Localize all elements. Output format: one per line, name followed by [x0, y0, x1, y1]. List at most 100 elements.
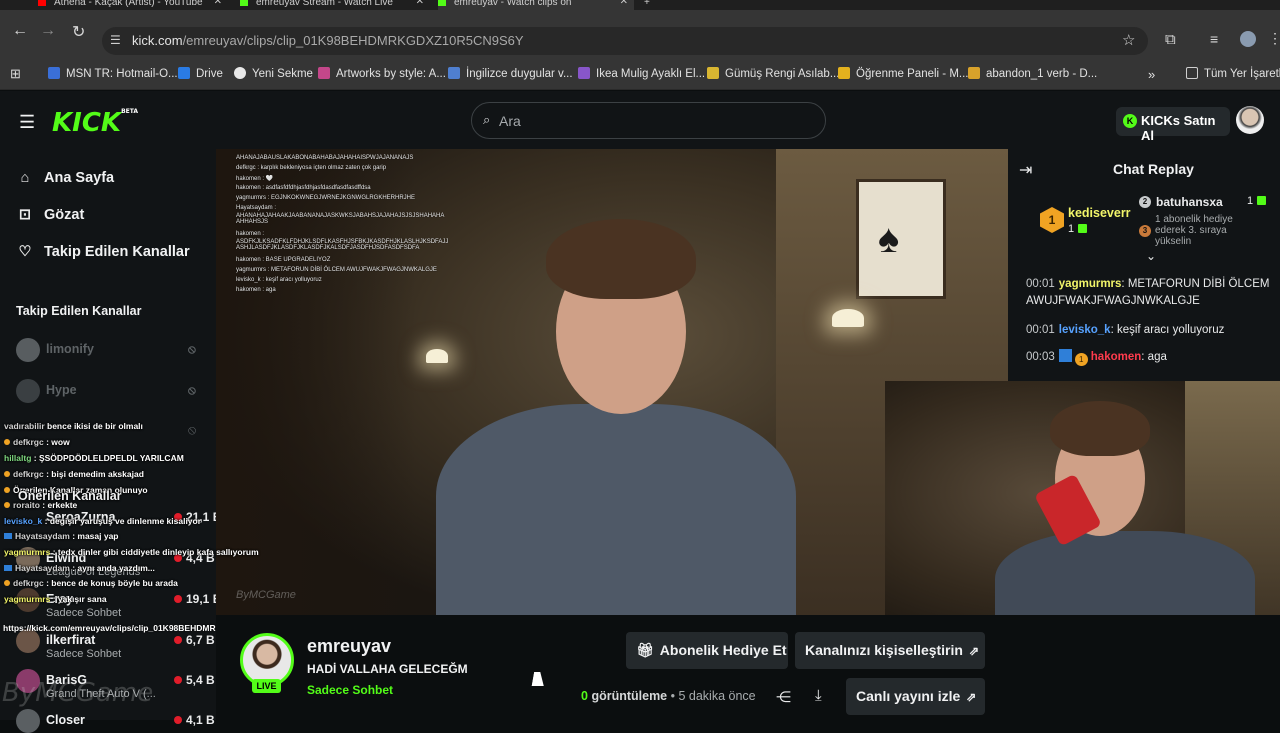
bookmark-label: Gümüş Rengi Asılab... [725, 68, 840, 80]
media-controls-icon[interactable]: ≡ [1210, 31, 1218, 47]
site-info-icon[interactable]: ☰ [110, 33, 121, 47]
forward-icon[interactable]: → [40, 22, 56, 40]
bookmark-item[interactable]: Ikea Mulig Ayaklı El... [578, 67, 705, 80]
browser-tab[interactable]: Athena - Kaçak (Artist) - YouTube ✕ [38, 0, 228, 10]
search-input[interactable] [471, 102, 826, 139]
customize-channel-button[interactable]: Kanalınızı kişiselleştirin ⇗ [795, 632, 985, 669]
logo-beta: BETA [121, 108, 139, 115]
channel-category: Sadece Sohbet [46, 607, 122, 619]
top-gifter-name[interactable]: kediseverr [1068, 206, 1131, 220]
message-user[interactable]: hakomen [1091, 351, 1142, 363]
chevron-down-icon[interactable]: ⌄ [1146, 249, 1156, 263]
kick-icon [240, 0, 248, 6]
all-bookmarks-label: Tüm Yer İşaretle [1204, 68, 1280, 80]
browser-tab[interactable]: emreuyav Stream - Watch Live ✕ [240, 0, 430, 10]
top-gifter-count: 1 [1068, 223, 1088, 235]
share-icon[interactable]: ⋲ [776, 688, 791, 706]
second-gifter-count: 1 [1247, 195, 1267, 207]
browser-menu-icon[interactable]: ⋮ [1268, 30, 1280, 47]
streamer-name[interactable]: emreuyav [307, 636, 391, 657]
video-chat-line: hakomen : asdfasfdfdhjasfdhjasfdasdfasdf… [236, 185, 371, 191]
chat-replay-panel [1008, 149, 1280, 381]
browser-tab-active[interactable]: emreuyav - Watch clips on ✕ [438, 0, 634, 10]
recommended-channels-heading: Önerilen Kanallar [18, 489, 122, 503]
spade-icon: ♠ [878, 217, 900, 261]
buy-kicks-button[interactable]: K KICKs Satın Al [1116, 107, 1230, 143]
message-text: aga [1147, 351, 1167, 363]
collapse-chat-icon[interactable]: ⇥ [1019, 160, 1032, 180]
video-chat-line: hakomen : BASE UPGRADELIYOZ [236, 257, 331, 263]
reload-icon[interactable]: ↻ [72, 22, 85, 42]
bookmark-item[interactable]: Artworks by style: A... [318, 67, 446, 80]
extensions-icon[interactable]: ⧉ [1165, 31, 1176, 48]
followed-channels-heading: Takip Edilen Kanallar [16, 304, 142, 318]
bookmark-label: Artworks by style: A... [336, 68, 446, 80]
bookmark-item[interactable]: Gümüş Rengi Asılab... [707, 67, 839, 80]
stream-category[interactable]: Sadece Sohbet [307, 683, 393, 697]
overlay-user: levisko_k [4, 516, 43, 526]
overlay-text: : tedx dinler gibi ciddiyetle dinleyip k… [52, 547, 259, 557]
badge-icon [4, 502, 10, 508]
viewer-count: 4,1 B [174, 713, 215, 727]
offline-icon: ⦸ [188, 383, 196, 397]
all-bookmarks[interactable]: Tüm Yer İşaretle [1186, 67, 1280, 80]
hamburger-menu-icon[interactable]: ☰ [19, 112, 35, 133]
url-text[interactable]: kick.com/emreuyav/clips/clip_01K98BEHDMR… [132, 33, 524, 48]
close-tab-icon[interactable]: ✕ [416, 0, 424, 7]
user-avatar[interactable] [1236, 106, 1264, 134]
overlay-chat-line: yagmurmrs : tedx dinler gibi ciddiyetle … [4, 547, 259, 557]
message-time: 00:03 [1026, 351, 1055, 363]
close-tab-icon[interactable]: ✕ [214, 0, 222, 7]
kicks-coin-icon: K [1123, 114, 1137, 128]
picture-in-picture-video[interactable] [885, 381, 1280, 629]
browser-profile-icon[interactable] [1240, 31, 1256, 47]
bookmark-label: abandon_1 verb - D... [986, 68, 1098, 80]
kick-logo[interactable]: KICKBETA [52, 108, 138, 138]
overlay-user: Hayatsaydam [15, 563, 70, 573]
message-user[interactable]: levisko_k [1059, 324, 1111, 336]
bookmark-star-icon[interactable]: ☆ [1122, 31, 1135, 49]
playing-card-frame [856, 179, 946, 299]
site-icon [448, 67, 460, 79]
badge-icon [4, 439, 10, 445]
live-badge: LIVE [252, 679, 281, 693]
watch-live-button[interactable]: Canlı yayını izle ⇗ [846, 678, 985, 715]
overlay-chat-line: Hayatsaydam : masaj yap [4, 531, 119, 541]
gift-button-label: Abonelik Hediye Et [659, 642, 787, 658]
nav-browse[interactable]: ⊡ Gözat [16, 207, 84, 223]
bookmark-item[interactable]: Yeni Sekme [234, 67, 313, 80]
video-chat-line: hakomen : 🤍 [236, 176, 274, 182]
gift-count: 1 [1068, 223, 1075, 235]
close-tab-icon[interactable]: ✕ [620, 0, 628, 7]
overlay-chat-line: levisko_k : degişir yaruşuş ve dinlenme … [4, 516, 201, 526]
bookmark-item[interactable]: abandon_1 verb - D... [968, 67, 1097, 80]
overlay-chat-line: defkrgc : bişi demedim akskajad [4, 469, 144, 479]
bookmark-item[interactable]: Öğrenme Paneli - M... [838, 67, 968, 80]
back-icon[interactable]: ← [12, 22, 28, 40]
gift-subscription-button[interactable]: 🎁︎ Abonelik Hediye Et [626, 632, 788, 669]
more-bookmarks-icon[interactable]: » [1148, 67, 1155, 82]
new-tab-button[interactable]: + [644, 0, 658, 10]
bookmark-item[interactable]: Drive [178, 67, 223, 80]
lamp [426, 349, 448, 363]
message-time: 00:01 [1026, 278, 1055, 290]
external-link-icon: ⇗ [968, 644, 980, 658]
download-icon[interactable]: ⤓ [815, 687, 822, 704]
bookmark-item[interactable]: İngilizce duygular v... [448, 67, 573, 80]
bookmark-item[interactable]: MSN TR: Hotmail-O... [48, 67, 178, 80]
overlay-text: : yakışır sana [52, 594, 107, 604]
apps-grid-icon[interactable]: ⊞ [10, 66, 21, 82]
streamer-hair [1050, 401, 1150, 456]
second-gifter-name[interactable]: batuhansxa [1156, 195, 1223, 209]
message-user[interactable]: yagmurmrs [1059, 278, 1122, 290]
channel-name: Closer [46, 713, 85, 727]
nav-home[interactable]: ⌂ Ana Sayfa [16, 170, 115, 186]
streamer-hair [546, 219, 696, 299]
overlay-text: : ŞSÖDPDÖDLELDPELDL YARILCAM [33, 453, 184, 463]
badge-icon [4, 580, 10, 586]
mouse-cursor-icon [531, 672, 547, 686]
views-label: görüntüleme [591, 689, 668, 703]
search-placeholder: Ara [499, 113, 521, 129]
nav-following[interactable]: ♡ Takip Edilen Kanallar [16, 244, 190, 260]
bookmark-label: Öğrenme Paneli - M... [856, 68, 969, 80]
